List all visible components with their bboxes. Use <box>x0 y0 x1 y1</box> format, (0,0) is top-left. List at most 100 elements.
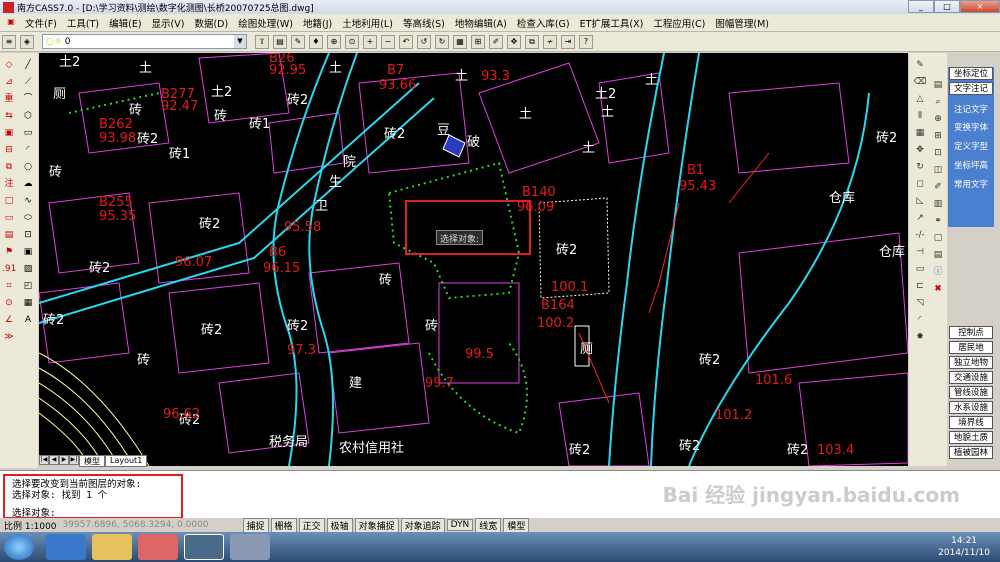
menu-drawing[interactable]: 绘图处理(W) <box>233 16 298 30</box>
traverse-icon[interactable]: ⊿ <box>2 75 16 89</box>
prev-tab-icon[interactable]: ◀ <box>49 455 59 465</box>
hatch-icon[interactable]: ▨ <box>21 262 35 276</box>
menu-cadastre[interactable]: 地籍(J) <box>298 16 337 30</box>
paint-app-icon[interactable] <box>230 534 270 560</box>
block-icon[interactable]: ▣ <box>2 126 16 140</box>
menu-data[interactable]: 数据(D) <box>189 16 233 30</box>
delete-icon[interactable]: ✖ <box>931 282 945 296</box>
close-button[interactable]: × <box>960 0 1000 13</box>
flag-icon[interactable]: ⚑ <box>2 245 16 259</box>
xline-icon[interactable]: ⟋ <box>21 75 35 89</box>
chamfer-icon[interactable]: ◹ <box>913 296 927 310</box>
panel-landform[interactable]: 地貌土质 <box>949 431 993 444</box>
panel-coord-elev[interactable]: 坐标坪高 <box>948 159 994 171</box>
panel-coord-locate[interactable]: 坐标定位 <box>949 67 993 80</box>
rectangle-icon[interactable]: ▭ <box>21 126 35 140</box>
edit-icon[interactable]: ✐ <box>489 34 503 49</box>
pencil-tool-icon[interactable]: ✎ <box>913 58 927 72</box>
num-icon[interactable]: .91 <box>2 262 16 276</box>
offset-tool-icon[interactable]: ⫴ <box>913 109 927 123</box>
offset-icon[interactable]: ⇆ <box>2 109 16 123</box>
chevron-down-icon[interactable]: ▼ <box>234 35 246 48</box>
model-toggle[interactable]: 模型 <box>503 517 530 533</box>
help-icon[interactable]: ? <box>579 34 593 49</box>
first-tab-icon[interactable]: |◀ <box>39 455 49 465</box>
frame-icon[interactable]: ⌗ <box>2 279 16 293</box>
extend-tool-icon[interactable]: ⊣ <box>913 245 927 259</box>
erase-icon[interactable]: ⌫ <box>913 75 927 89</box>
command-window[interactable]: 选择要改变到当前图层的对象: 选择对象: 找到 1 个 选择对象: Bai 经验… <box>0 470 1000 519</box>
text-icon[interactable]: A <box>21 313 35 327</box>
osnap-toggle[interactable]: 对象捕捉 <box>354 517 399 533</box>
rect-icon[interactable]: ▭ <box>2 211 16 225</box>
clock[interactable]: 14:21 2014/11/10 <box>938 535 990 559</box>
lineweight-toggle[interactable]: 线宽 <box>475 517 502 533</box>
pencil-icon[interactable]: ✎ <box>291 34 305 49</box>
layer-manager-icon[interactable]: ≡ <box>2 34 16 49</box>
circle-tool-icon[interactable]: ⊙ <box>2 296 16 310</box>
circle-icon[interactable]: ○ <box>21 160 35 174</box>
arrow-tool-icon[interactable]: ≫ <box>2 330 16 344</box>
mirror-icon[interactable]: △ <box>913 92 927 106</box>
panel-common-text[interactable]: 常用文字 <box>948 178 994 190</box>
angle-icon[interactable]: ∠ <box>2 313 16 327</box>
command-prompt[interactable]: 选择对象: <box>12 505 56 519</box>
explorer-icon[interactable] <box>92 534 132 560</box>
list-tool-icon[interactable]: ▤ <box>931 78 945 92</box>
square-icon[interactable]: □ <box>2 194 16 208</box>
menu-contour[interactable]: 等高线(S) <box>398 16 450 30</box>
maximize-button[interactable]: □ <box>934 0 960 13</box>
note-icon[interactable]: 注 <box>2 177 16 191</box>
make-current-icon[interactable]: ⇪ <box>255 34 269 49</box>
pile-icon[interactable]: ⊟ <box>2 143 16 157</box>
break-icon[interactable]: ▭ <box>913 262 927 276</box>
rotate-icon[interactable]: ↻ <box>913 160 927 174</box>
start-button[interactable] <box>4 534 34 560</box>
layer-select[interactable]: ○☼ 0 ▼ <box>42 34 247 49</box>
save-icon[interactable]: ▤ <box>273 34 287 49</box>
pline-icon[interactable]: ⌒ <box>21 92 35 106</box>
spline-icon[interactable]: ∿ <box>21 194 35 208</box>
tab-model[interactable]: 模型 <box>79 455 105 467</box>
join-icon[interactable]: ⊏ <box>913 279 927 293</box>
cloud-icon[interactable]: ☁ <box>21 177 35 191</box>
move-tool-icon[interactable]: ✥ <box>913 143 927 157</box>
panel-water[interactable]: 水系设施 <box>949 401 993 414</box>
panel-note-text[interactable]: 注记文字 <box>948 103 994 115</box>
cass-app-icon[interactable] <box>184 534 224 560</box>
fillet-icon[interactable]: ◜ <box>913 313 927 327</box>
scale-icon[interactable]: ◻ <box>913 177 927 191</box>
polygon-icon[interactable]: ⬡ <box>21 109 35 123</box>
zoom-in-icon[interactable]: + <box>363 34 377 49</box>
window-tool-icon[interactable]: ▢ <box>931 231 945 245</box>
polar-toggle[interactable]: 极轴 <box>326 517 353 533</box>
menu-landuse[interactable]: 土地利用(L) <box>337 16 398 30</box>
menu-feature-edit[interactable]: 地物编辑(A) <box>450 16 512 30</box>
stack-icon[interactable]: ▤ <box>931 248 945 262</box>
menu-view[interactable]: 显示(V) <box>147 16 190 30</box>
menu-engineering[interactable]: 工程应用(C) <box>648 16 710 30</box>
lengthen-icon[interactable]: ↗ <box>913 211 927 225</box>
ellipse-icon[interactable]: ⬭ <box>21 211 35 225</box>
ortho-toggle[interactable]: 正交 <box>298 517 325 533</box>
panel-define-font[interactable]: 定义字型 <box>948 140 994 152</box>
info-icon[interactable]: ⓘ <box>931 265 945 279</box>
properties-icon[interactable]: ▦ <box>453 34 467 49</box>
otrack-toggle[interactable]: 对象追踪 <box>400 517 445 533</box>
menu-et-tools[interactable]: ET扩展工具(X) <box>575 16 649 30</box>
zoom-realtime-icon[interactable]: ⊕ <box>327 34 341 49</box>
layer-tool-icon[interactable]: ◫ <box>931 163 945 177</box>
move-icon[interactable]: ✥ <box>507 34 521 49</box>
redo-icon[interactable]: ↻ <box>435 34 449 49</box>
dyn-toggle[interactable]: DYN <box>446 519 474 531</box>
grid-icon[interactable]: ⊞ <box>931 129 945 143</box>
trim-tool-icon[interactable]: -/- <box>913 228 927 242</box>
ie-icon[interactable] <box>46 534 86 560</box>
copy-icon[interactable]: ⧉ <box>525 34 539 49</box>
zoom-prev-icon[interactable]: ↶ <box>399 34 413 49</box>
panel-traffic[interactable]: 交通设施 <box>949 371 993 384</box>
panel-change-font[interactable]: 变换字体 <box>948 121 994 133</box>
undo-icon[interactable]: ↺ <box>417 34 431 49</box>
panel-vegetation[interactable]: 植被园林 <box>949 446 993 459</box>
array-icon[interactable]: ▦ <box>913 126 927 140</box>
